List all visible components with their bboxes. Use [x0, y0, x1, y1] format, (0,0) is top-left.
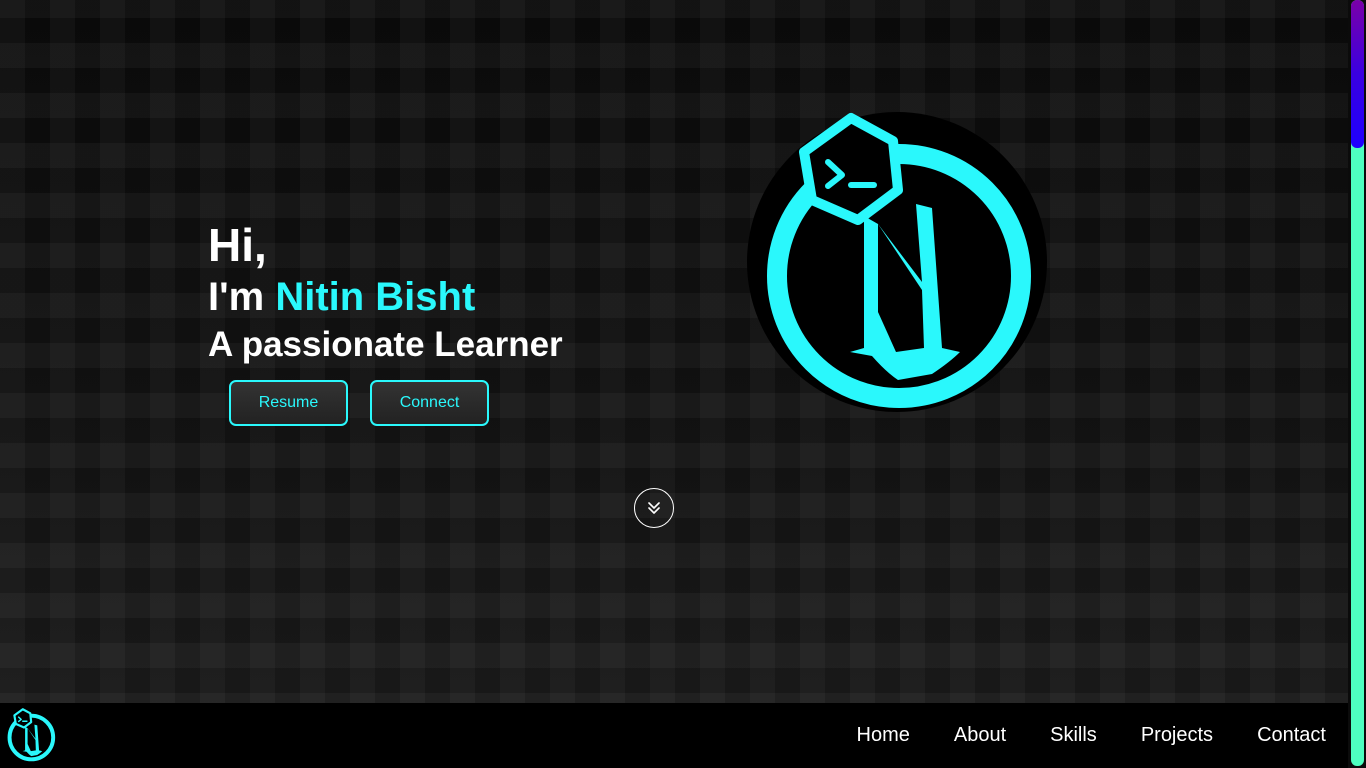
connect-button[interactable]: Connect: [370, 380, 489, 426]
nav-links: Home About Skills Projects Contact: [813, 703, 1326, 768]
nav-link-skills[interactable]: Skills: [1050, 724, 1097, 747]
hero-text: Hi, I'm Nitin Bisht A passionate Learner: [208, 218, 563, 368]
nav-link-home[interactable]: Home: [857, 724, 910, 747]
hero-tagline: A passionate Learner: [208, 325, 563, 364]
nitin-logo-icon: [747, 112, 1047, 412]
nav-link-contact[interactable]: Contact: [1257, 724, 1326, 747]
hero-greeting: Hi,: [208, 219, 267, 271]
scrollbar-thumb[interactable]: [1351, 0, 1364, 148]
hero-name: Nitin Bisht: [275, 275, 476, 319]
hero-intro: I'm Nitin Bisht: [208, 272, 563, 322]
double-chevron-down-icon: [648, 502, 660, 514]
hero-intro-prefix: I'm: [208, 275, 276, 319]
nav-logo-icon[interactable]: [4, 705, 58, 765]
resume-button[interactable]: Resume: [229, 380, 348, 426]
nav-link-projects[interactable]: Projects: [1141, 724, 1213, 747]
nav-link-about[interactable]: About: [954, 724, 1006, 747]
navbar: Home About Skills Projects Contact: [0, 703, 1348, 768]
hero-buttons: Resume Connect: [229, 380, 489, 426]
page-scrollbar[interactable]: [1348, 0, 1366, 768]
page: Hi, I'm Nitin Bisht A passionate Learner…: [0, 0, 1366, 768]
scroll-down-button[interactable]: [634, 488, 674, 528]
